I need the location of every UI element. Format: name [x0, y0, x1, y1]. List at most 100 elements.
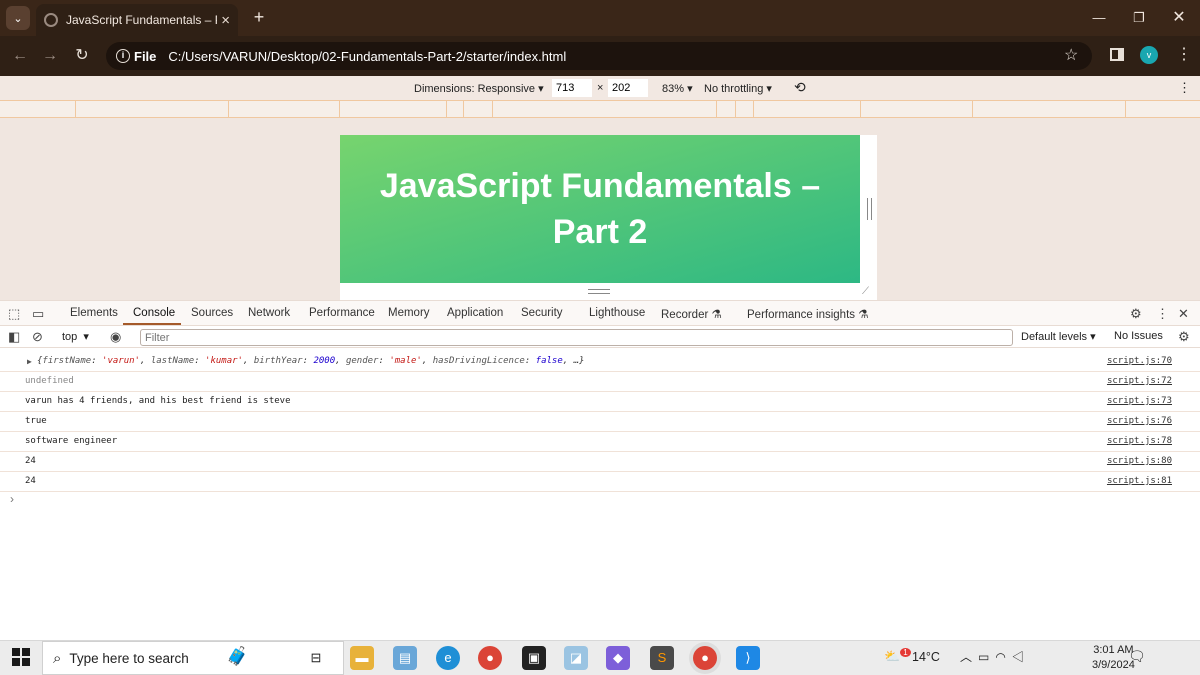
- tab-lighthouse[interactable]: Lighthouse: [589, 307, 645, 319]
- throttling-dropdown[interactable]: No throttling ▾: [704, 82, 772, 95]
- zoom-dropdown[interactable]: 83% ▾: [662, 82, 693, 95]
- tab-performance-insights[interactable]: Performance insights ⚗: [747, 307, 869, 321]
- console-row: 24 script.js:81: [0, 472, 1200, 492]
- console-filter-input[interactable]: [140, 329, 1013, 346]
- temperature-label[interactable]: 14°C: [912, 650, 940, 664]
- minimize-button[interactable]: —: [1086, 6, 1112, 30]
- device-toolbar-menu-icon[interactable]: ⋮: [1178, 80, 1191, 96]
- sublime-text-icon[interactable]: S: [650, 646, 674, 670]
- console-row: software engineer script.js:78: [0, 432, 1200, 452]
- tab-performance[interactable]: Performance: [309, 307, 375, 319]
- tab-memory[interactable]: Memory: [388, 307, 430, 319]
- issues-counter[interactable]: No Issues: [1114, 330, 1163, 342]
- edge-browser-icon[interactable]: e: [436, 646, 460, 670]
- source-link[interactable]: script.js:80: [1107, 452, 1172, 471]
- restore-button[interactable]: ❐: [1126, 6, 1152, 30]
- app-icon[interactable]: ◆: [606, 646, 630, 670]
- context-selector[interactable]: top ▾: [62, 330, 89, 343]
- flask-icon: ⚗: [858, 309, 869, 321]
- vscode-icon[interactable]: ⟩: [736, 646, 760, 670]
- bookmark-star-icon[interactable]: ☆: [1064, 45, 1078, 65]
- source-link[interactable]: script.js:70: [1107, 352, 1172, 371]
- source-link[interactable]: script.js:81: [1107, 472, 1172, 491]
- console-row: 24 script.js:80: [0, 452, 1200, 472]
- chevron-down-icon: ⌄: [13, 12, 23, 25]
- source-link[interactable]: script.js:72: [1107, 372, 1172, 391]
- resize-handle-corner[interactable]: ⟋: [862, 286, 869, 297]
- tab-search-button[interactable]: ⌄: [6, 6, 30, 30]
- inspect-element-icon[interactable]: ⬚: [8, 306, 20, 322]
- url-text[interactable]: C:/Users/VARUN/Desktop/02-Fundamentals-P…: [168, 49, 566, 64]
- volume-icon[interactable]: ◁: [1012, 650, 1030, 664]
- task-view-icon[interactable]: ⊟: [304, 646, 328, 670]
- close-devtools-icon[interactable]: ✕: [1178, 306, 1189, 322]
- settings-gear-icon[interactable]: ⚙: [1130, 306, 1142, 322]
- devtools-menu-icon[interactable]: ⋮: [1156, 306, 1169, 322]
- app-icon[interactable]: ◪: [564, 646, 588, 670]
- app-icon[interactable]: ▤: [393, 646, 417, 670]
- tab-sources[interactable]: Sources: [191, 307, 233, 319]
- system-tray[interactable]: ︿▭◠◁: [960, 648, 1030, 665]
- search-highlight-icon[interactable]: 🧳: [226, 646, 248, 667]
- address-bar[interactable]: i File C:/Users/VARUN/Desktop/02-Fundame…: [106, 42, 1092, 70]
- device-toggle-icon[interactable]: ▭: [32, 306, 44, 322]
- sidebar-toggle-icon[interactable]: ◧: [8, 329, 20, 345]
- page-banner: JavaScript Fundamentals – Part 2: [340, 135, 860, 283]
- browser-menu-icon[interactable]: ⋮: [1176, 44, 1192, 64]
- info-icon[interactable]: i: [116, 49, 130, 63]
- dimension-separator: ×: [597, 82, 604, 94]
- browser-tab[interactable]: JavaScript Fundamentals – Part ×: [36, 4, 238, 36]
- source-link[interactable]: script.js:78: [1107, 432, 1172, 451]
- notification-icon[interactable]: 🗨: [1128, 648, 1146, 665]
- windows-start-icon[interactable]: [12, 648, 30, 666]
- console-object-preview[interactable]: {firstName: 'varun', lastName: 'kumar', …: [37, 352, 584, 371]
- tab-application[interactable]: Application: [447, 307, 503, 319]
- reload-button[interactable]: ↻: [70, 44, 94, 68]
- new-tab-button[interactable]: +: [248, 6, 270, 28]
- page-heading: JavaScript Fundamentals – Part 2: [379, 167, 821, 251]
- object-key: birthYear: [253, 356, 303, 366]
- console-toolbar: ◧ ⊘ top ▾ ◉ Default levels ▾ No Issues ⚙: [0, 326, 1200, 348]
- expand-arrow-icon[interactable]: ▶: [27, 352, 32, 371]
- tab-recorder[interactable]: Recorder ⚗: [661, 307, 722, 321]
- live-expression-eye-icon[interactable]: ◉: [110, 329, 121, 345]
- console-message: 24: [25, 476, 36, 486]
- profile-avatar[interactable]: v: [1140, 46, 1158, 64]
- tab-security[interactable]: Security: [521, 307, 563, 319]
- device-height-input[interactable]: [608, 79, 648, 97]
- tab-elements[interactable]: Elements: [70, 307, 118, 319]
- source-link[interactable]: script.js:73: [1107, 392, 1172, 411]
- back-button[interactable]: ←: [8, 44, 32, 68]
- app-icon[interactable]: ▣: [522, 646, 546, 670]
- source-link[interactable]: script.js:76: [1107, 412, 1172, 431]
- tab-console[interactable]: Console: [133, 307, 175, 319]
- weather-icon[interactable]: ⛅ 1: [884, 648, 911, 664]
- device-width-input[interactable]: [552, 79, 592, 97]
- taskbar-search-box[interactable]: ⌕ Type here to search: [42, 641, 344, 675]
- dimensions-label: Dimensions: Responsive: [414, 83, 536, 95]
- url-scheme-chip[interactable]: File: [134, 49, 156, 64]
- chevron-up-icon[interactable]: ︿: [960, 650, 978, 664]
- close-tab-icon[interactable]: ×: [221, 12, 230, 29]
- object-value: 'varun': [102, 356, 140, 366]
- battery-icon[interactable]: ▭: [978, 650, 995, 664]
- console-message: undefined: [25, 376, 74, 386]
- chrome-active-icon[interactable]: ●: [693, 646, 717, 670]
- clear-console-icon[interactable]: ⊘: [32, 329, 43, 345]
- dimensions-dropdown[interactable]: Dimensions: Responsive ▾: [414, 82, 544, 95]
- object-value: 'male': [389, 356, 422, 366]
- close-window-button[interactable]: ✕: [1166, 6, 1192, 30]
- console-prompt[interactable]: ›: [10, 492, 14, 506]
- resize-handle-bottom[interactable]: [588, 289, 610, 294]
- chrome-icon[interactable]: ●: [478, 646, 502, 670]
- console-settings-gear-icon[interactable]: ⚙: [1178, 329, 1190, 345]
- forward-button[interactable]: →: [38, 44, 62, 68]
- resize-handle-right[interactable]: [867, 198, 872, 220]
- side-panel-icon[interactable]: [1110, 48, 1124, 61]
- object-key: hasDrivingLicence: [432, 356, 525, 366]
- wifi-icon[interactable]: ◠: [995, 650, 1011, 664]
- tab-network[interactable]: Network: [248, 307, 290, 319]
- rotate-icon[interactable]: ⟲: [794, 79, 806, 96]
- log-levels-dropdown[interactable]: Default levels ▾: [1021, 330, 1096, 343]
- file-explorer-icon[interactable]: ▬: [350, 646, 374, 670]
